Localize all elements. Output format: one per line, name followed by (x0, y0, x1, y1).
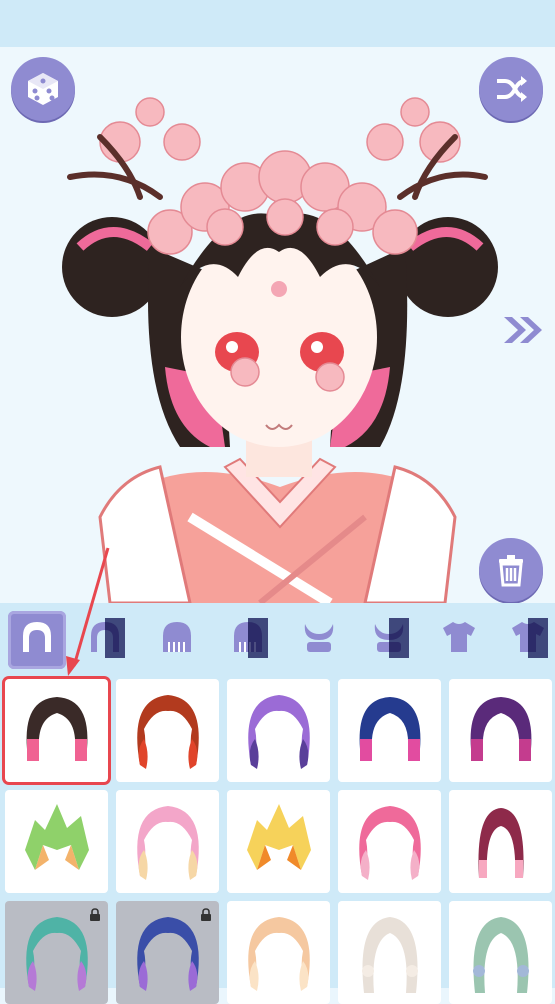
tab-shirt-half[interactable] (499, 611, 555, 669)
shirt-half-icon (508, 618, 548, 662)
hair-option-tile[interactable] (338, 901, 441, 1004)
hairstyle-thumbnail (116, 806, 219, 893)
lock-icon (88, 907, 102, 921)
tab-horns-half[interactable] (360, 611, 418, 669)
tab-hair-back[interactable] (148, 611, 206, 669)
shuffle-icon (497, 76, 527, 102)
tab-hair-back-half[interactable] (219, 611, 277, 669)
hair-option-tile[interactable] (116, 901, 219, 1004)
hair-option-tile[interactable] (116, 790, 219, 893)
hairstyle-thumbnail (5, 917, 108, 1004)
trash-button[interactable] (479, 538, 543, 602)
dice-icon (28, 73, 58, 105)
hairstyle-thumbnail (449, 808, 552, 893)
tab-hair-front[interactable] (8, 611, 66, 669)
random-dice-button[interactable] (11, 57, 75, 121)
hairstyle-thumbnail (116, 695, 219, 782)
avatar-preview (0, 47, 555, 603)
category-tab-bar (0, 603, 555, 673)
tab-horns[interactable] (290, 611, 348, 669)
hairstyle-thumbnail (338, 806, 441, 893)
hairstyle-thumbnail (338, 917, 441, 1004)
hair-option-tile[interactable] (5, 790, 108, 893)
trash-icon (499, 555, 523, 587)
top-status-bar (0, 0, 555, 47)
hair-option-tile[interactable] (338, 790, 441, 893)
hair-option-tile[interactable] (449, 790, 552, 893)
tab-hair-front-half[interactable] (76, 611, 134, 669)
double-chevron-right-icon[interactable] (500, 313, 548, 347)
hairstyle-thumbnail (227, 695, 330, 782)
hair-back-half-icon (228, 618, 268, 662)
hair-options-grid (0, 673, 555, 1004)
hairstyle-thumbnail (449, 697, 552, 782)
hair-front-icon (17, 618, 57, 662)
hair-option-tile[interactable] (116, 679, 219, 782)
hair-back-icon (157, 618, 197, 662)
hair-front-half-icon (85, 618, 125, 662)
hairstyle-thumbnail (449, 917, 552, 1004)
shirt-icon (439, 618, 479, 662)
hairstyle-thumbnail (5, 697, 108, 782)
hairstyle-thumbnail (227, 917, 330, 1004)
tab-shirt[interactable] (430, 611, 488, 669)
hair-option-tile[interactable] (338, 679, 441, 782)
horns-half-icon (369, 618, 409, 662)
lock-icon (199, 907, 213, 921)
hair-option-tile[interactable] (5, 679, 108, 782)
hair-option-tile[interactable] (227, 790, 330, 893)
hairstyle-thumbnail (116, 917, 219, 1004)
hair-option-tile[interactable] (449, 679, 552, 782)
shuffle-button[interactable] (479, 57, 543, 121)
hair-option-tile[interactable] (227, 901, 330, 1004)
hair-option-tile[interactable] (5, 901, 108, 1004)
hairstyle-thumbnail (227, 804, 330, 893)
hair-option-tile[interactable] (449, 901, 552, 1004)
avatar-character (62, 97, 498, 603)
horns-icon (299, 618, 339, 662)
hair-option-tile[interactable] (227, 679, 330, 782)
hairstyle-thumbnail (5, 804, 108, 893)
hairstyle-thumbnail (338, 697, 441, 782)
